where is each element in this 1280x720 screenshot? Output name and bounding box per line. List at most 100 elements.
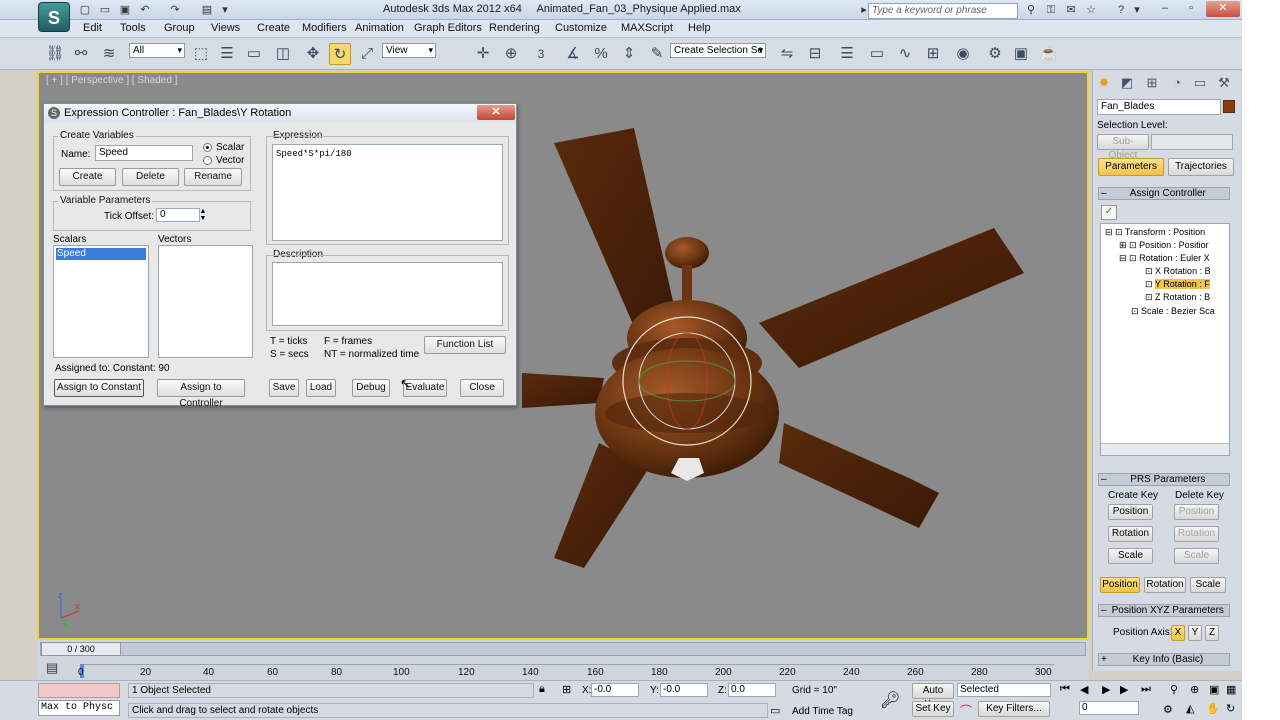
default-tangent-icon[interactable]: ⌒ <box>960 702 972 719</box>
maxscript-mini-listener[interactable]: Max to Physc <box>38 700 120 716</box>
go-to-start-icon[interactable]: ⏮ <box>1060 683 1070 696</box>
current-frame-field[interactable]: 0 <box>1079 701 1139 715</box>
layer-manager-icon[interactable]: ☰ <box>836 43 858 65</box>
tick-offset-spinner[interactable]: ▲ ▼ <box>199 208 207 222</box>
y-coord-field[interactable]: -0.0 <box>660 683 708 697</box>
tree-row[interactable]: ⊟ ⊡ Rotation : Euler X <box>1119 252 1210 265</box>
controller-tree[interactable]: ⊟ ⊡ Transform : Position ⊞ ⊡ Position : … <box>1100 223 1230 456</box>
axis-z-button[interactable]: Z <box>1205 625 1219 641</box>
tick-offset-field[interactable]: 0 <box>156 208 200 222</box>
position-xyz-rollout[interactable]: – Position XYZ Parameters <box>1098 604 1230 617</box>
go-to-end-icon[interactable]: ⏭ <box>1141 683 1151 696</box>
assign-controller-rollout[interactable]: – Assign Controller <box>1098 187 1230 200</box>
zoom-all-icon[interactable]: ⊕ <box>1190 683 1199 696</box>
rotate-icon[interactable]: ↻ <box>329 43 351 65</box>
play-icon[interactable]: ▶ <box>1102 683 1110 696</box>
menu-tools[interactable]: Tools <box>120 22 146 34</box>
x-coord-field[interactable]: -0.0 <box>591 683 639 697</box>
selection-lock-icon[interactable]: 🔒︎ <box>539 683 545 696</box>
create-variable-button[interactable]: Create <box>59 168 116 186</box>
parameters-tab[interactable]: Parameters <box>1098 158 1164 176</box>
prs-parameters-rollout[interactable]: – PRS Parameters <box>1098 473 1230 486</box>
pivot-center-icon[interactable]: ✛ <box>472 43 494 65</box>
trajectories-tab[interactable]: Trajectories <box>1168 158 1234 176</box>
utilities-tab-icon[interactable]: ⚒ <box>1215 75 1233 91</box>
vectors-list[interactable] <box>158 245 253 358</box>
absolute-mode-icon[interactable]: ⊞ <box>562 683 571 696</box>
axis-x-button[interactable]: X <box>1171 625 1185 641</box>
vector-radio[interactable] <box>203 156 212 165</box>
help-icon[interactable]: ? <box>1114 3 1128 17</box>
quick-access-dropdown-icon[interactable]: ▾ <box>218 3 232 17</box>
object-name-field[interactable]: Fan_Blades <box>1097 99 1221 115</box>
debug-button[interactable]: Debug <box>352 379 390 397</box>
select-by-name-icon[interactable]: ☰ <box>216 43 238 65</box>
new-file-icon[interactable]: ▢ <box>78 3 92 17</box>
menu-views[interactable]: Views <box>211 22 240 34</box>
curve-editor-icon[interactable]: ∿ <box>894 43 916 65</box>
expression-textbox[interactable]: Speed*S*pi/180 <box>272 144 503 241</box>
tree-row-selected[interactable]: ⊡ Y Rotation : F <box>1145 278 1210 291</box>
menu-group[interactable]: Group <box>164 22 195 34</box>
modify-tab-icon[interactable]: ◩ <box>1118 75 1136 91</box>
tree-row[interactable]: ⊡ X Rotation : B <box>1145 265 1211 278</box>
description-textbox[interactable] <box>272 262 503 326</box>
axis-y-button[interactable]: Y <box>1188 625 1202 641</box>
set-key-mode-icon[interactable]: 🔑︎ <box>880 690 900 710</box>
tree-row[interactable]: ⊟ ⊡ Transform : Position <box>1105 226 1205 239</box>
mirror-icon[interactable]: ⇋ <box>776 43 798 65</box>
undo-icon[interactable]: ↶ <box>138 3 152 17</box>
create-rotation-key-button[interactable]: Rotation <box>1108 526 1153 542</box>
scalars-list[interactable]: Speed <box>53 245 149 358</box>
motion-tab-icon[interactable]: ◔ <box>1168 75 1186 91</box>
time-slider-track[interactable] <box>40 642 1086 656</box>
time-slider-thumb[interactable]: 0 / 300 <box>41 642 121 656</box>
save-expression-button[interactable]: Save <box>269 379 299 397</box>
scalar-radio[interactable] <box>203 143 212 152</box>
menu-animation[interactable]: Animation <box>355 22 404 34</box>
create-position-key-button[interactable]: Position <box>1108 504 1153 520</box>
maxscript-listener-top[interactable] <box>38 683 120 698</box>
communication-icon[interactable]: ✉ <box>1064 3 1078 17</box>
prs-position-tab[interactable]: Position <box>1100 577 1140 593</box>
maximize-button[interactable]: ▫ <box>1178 1 1204 17</box>
sub-object-dropdown[interactable] <box>1151 134 1233 150</box>
selection-filter-dropdown[interactable]: All <box>129 43 185 58</box>
object-color-swatch[interactable] <box>1223 100 1235 113</box>
orbit-icon[interactable]: ↻ <box>1226 702 1235 715</box>
prs-scale-tab[interactable]: Scale <box>1190 577 1226 593</box>
menu-edit[interactable]: Edit <box>83 22 102 34</box>
next-frame-icon[interactable]: ▶ <box>1120 683 1128 696</box>
rename-variable-button[interactable]: Rename <box>184 168 242 186</box>
time-tag-icon[interactable]: ▭ <box>770 704 780 717</box>
assign-controller-icon[interactable]: ✓ <box>1101 205 1117 220</box>
bind-space-warp-icon[interactable]: ≋ <box>98 43 120 65</box>
pan-icon[interactable]: ✋ <box>1206 702 1220 715</box>
menu-rendering[interactable]: Rendering <box>489 22 540 34</box>
set-key-button[interactable]: Set Key <box>912 701 954 717</box>
menu-create[interactable]: Create <box>257 22 290 34</box>
previous-frame-icon[interactable]: ◀ <box>1080 683 1088 696</box>
auto-key-button[interactable]: Auto Key <box>912 683 954 710</box>
delete-scale-key-button[interactable]: Scale <box>1174 548 1219 564</box>
close-dialog-button[interactable]: Close <box>460 379 504 397</box>
menu-modifiers[interactable]: Modifiers <box>302 22 347 34</box>
variable-name-field[interactable]: Speed <box>95 145 193 161</box>
help-dropdown-icon[interactable]: ▾ <box>1130 3 1144 17</box>
save-file-icon[interactable]: ▣ <box>118 3 132 17</box>
binoculars-icon[interactable]: ⚲ <box>1024 3 1038 17</box>
zoom-icon[interactable]: ⚲ <box>1170 683 1178 696</box>
zoom-extents-icon[interactable]: ▣ <box>1209 683 1219 696</box>
redo-icon[interactable]: ↷ <box>168 3 182 17</box>
dialog-close-button[interactable]: ✕ <box>477 105 515 120</box>
graphite-ribbon-icon[interactable]: ▭ <box>866 43 888 65</box>
delete-variable-button[interactable]: Delete <box>122 168 179 186</box>
tree-row[interactable]: ⊡ Z Rotation : B <box>1145 291 1210 304</box>
window-crossing-icon[interactable]: ◫ <box>272 43 294 65</box>
app-logo-icon[interactable]: S <box>38 2 70 32</box>
subscription-icon[interactable]: ⚿ <box>1044 3 1058 17</box>
assign-to-controller-button[interactable]: Assign to Controller <box>157 379 245 409</box>
mini-curve-editor-icon[interactable]: ▤ <box>46 660 58 676</box>
select-object-icon[interactable]: ⬚ <box>190 43 212 65</box>
add-time-tag-button[interactable]: Add Time Tag <box>792 706 853 717</box>
